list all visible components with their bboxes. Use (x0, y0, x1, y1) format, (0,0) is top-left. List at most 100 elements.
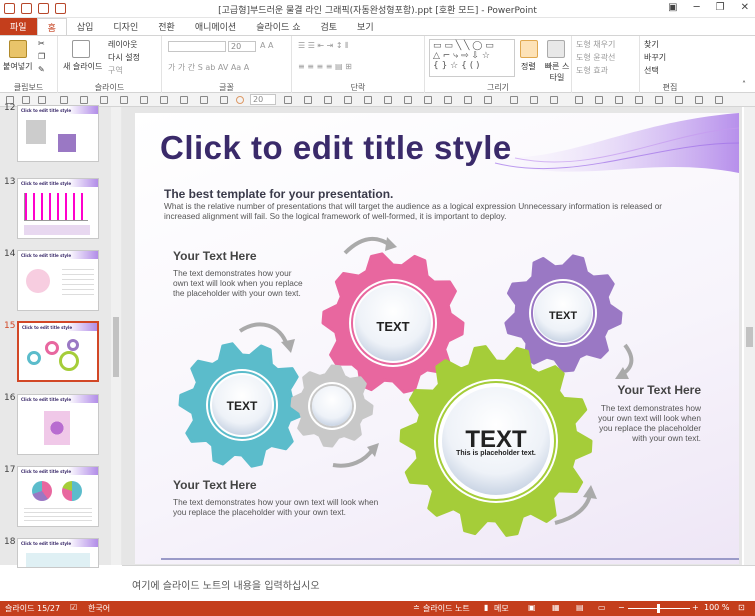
tab-animations[interactable]: 애니메이션 (185, 18, 246, 35)
list-icons[interactable]: ☰ ☰ ⇤ ⇥ ↕ ⫴ (298, 41, 349, 51)
toolbar-icon-3[interactable] (38, 96, 46, 104)
tab-insert[interactable]: 삽입 (67, 18, 104, 35)
thumbnail-scroll-thumb[interactable] (113, 317, 119, 377)
minimize-icon[interactable]: ─ (694, 2, 700, 13)
tab-design[interactable]: 디자인 (103, 18, 148, 35)
comments-icon[interactable]: ▮ (484, 603, 488, 612)
slide-scrollbar[interactable] (744, 107, 755, 565)
toolbar-icon-11[interactable] (200, 96, 208, 104)
toolbar-icon-22[interactable] (464, 96, 472, 104)
slideshow-view-icon[interactable]: ▭ (598, 603, 606, 612)
layout-button[interactable]: 레이아웃 (108, 39, 137, 50)
notes-button[interactable]: 슬라이드 노트 (423, 603, 470, 614)
toolbar-icon-20[interactable] (424, 96, 432, 104)
toolbar-icon-13[interactable] (284, 96, 292, 104)
tab-transitions[interactable]: 전환 (148, 18, 185, 35)
toolbar-icon-16[interactable] (344, 96, 352, 104)
toolbar-icon-10[interactable] (180, 96, 188, 104)
replace-button[interactable]: 바꾸기 (644, 52, 666, 63)
toolbar-icon-4[interactable] (60, 96, 68, 104)
thumbnail-slide-17[interactable]: Click to edit title style (17, 466, 99, 527)
toolbar-icon-23[interactable] (484, 96, 492, 104)
format-painter-icon[interactable]: ✎ (38, 65, 45, 74)
toolbar-icon-17[interactable] (364, 96, 372, 104)
slide-subtitle[interactable]: The best template for your presentation. (164, 187, 393, 201)
toolbar-icon-9[interactable] (160, 96, 168, 104)
shape-outline-button[interactable]: 도형 윤곽선 (576, 52, 615, 63)
toolbar-icon-8[interactable] (140, 96, 148, 104)
shape-fill-button[interactable]: 도형 채우기 (576, 39, 615, 50)
zoom-slider-handle[interactable] (657, 604, 660, 613)
shape-effect-button[interactable]: 도형 효과 (576, 65, 608, 76)
language-indicator[interactable]: 한국어 (88, 603, 110, 614)
toolbar-icon-6[interactable] (100, 96, 108, 104)
arrange-button[interactable]: 정렬 (521, 61, 536, 72)
font-format-icons[interactable]: 가 가 간 S ab AV Aa A (168, 62, 249, 73)
toolbar-icon-32[interactable] (675, 96, 683, 104)
collapse-ribbon-icon[interactable]: ˄ (742, 80, 746, 89)
notes-pane[interactable]: 여기에 슬라이드 노트의 내용을 입력하십시오 (122, 565, 755, 601)
quick-style-button[interactable]: 빠른 스타일 (542, 61, 572, 83)
ribbon-display-icon[interactable]: ▣ (668, 2, 677, 13)
zoom-out-icon[interactable]: − (618, 603, 625, 612)
quick-style-icon[interactable] (547, 40, 565, 58)
textblock-3-heading[interactable]: Your Text Here (173, 478, 257, 492)
zoom-in-icon[interactable]: + (692, 603, 699, 612)
textblock-1-heading[interactable]: Your Text Here (173, 249, 257, 263)
toolbar-icon-12[interactable] (220, 96, 228, 104)
zoom-level[interactable]: 100 % (704, 603, 729, 612)
new-slide-button[interactable]: 새 슬라이드 (63, 61, 102, 72)
toolbar-icon-31[interactable] (655, 96, 663, 104)
tab-file[interactable]: 파일 (0, 18, 37, 35)
toolbar-icon-29[interactable] (615, 96, 623, 104)
toolbar-icon-34[interactable] (715, 96, 723, 104)
close-icon[interactable]: ✕ (741, 2, 749, 13)
cut-icon[interactable]: ✂ (38, 39, 45, 48)
font-name-dropdown[interactable] (168, 41, 226, 52)
textblock-2-heading[interactable]: Your Text Here (617, 383, 701, 397)
thumbnail-slide-18[interactable]: Click to edit title style (17, 538, 99, 568)
toolbar-icon-7[interactable] (120, 96, 128, 104)
thumbnail-scrollbar[interactable] (111, 107, 121, 565)
toolbar-icon-25[interactable] (530, 96, 538, 104)
thumbnail-slide-14[interactable]: Click to edit title style (17, 250, 99, 311)
toolbar-icon-18[interactable] (384, 96, 392, 104)
toolbar-icon-2[interactable] (22, 96, 30, 104)
new-slide-icon[interactable] (72, 40, 90, 58)
notes-icon[interactable]: ≐ (413, 603, 420, 612)
gear-gray[interactable] (290, 364, 374, 448)
shapes-gallery[interactable]: ▭ ▭ ╲ ╲ ◯ ▭ △ ⌐ ⤷ ⇨ ⇩ ☆{ } ☆ { ( ) (429, 39, 515, 77)
toolbar-icon-30[interactable] (635, 96, 643, 104)
font-grow-icon[interactable]: A A (260, 41, 274, 50)
toolbar-icon-19[interactable] (404, 96, 412, 104)
sorter-view-icon[interactable]: ▦ (552, 603, 560, 612)
paste-button[interactable]: 붙여넣기 (3, 61, 32, 72)
tab-home[interactable]: 홈 (36, 18, 67, 35)
paste-icon[interactable] (9, 40, 27, 58)
arrange-icon[interactable] (520, 40, 538, 58)
toolbar-icon-33[interactable] (695, 96, 703, 104)
fit-slide-icon[interactable]: ⊡ (738, 603, 745, 612)
normal-view-icon[interactable]: ▣ (528, 603, 536, 612)
thumbnail-slide-13[interactable]: Click to edit title style (17, 178, 99, 239)
toolbar-font-size[interactable]: 20 (250, 94, 276, 105)
toolbar-icon-14[interactable] (304, 96, 312, 104)
color-icon[interactable] (236, 96, 244, 104)
font-size-dropdown[interactable]: 20 (228, 41, 256, 52)
toolbar-icon-24[interactable] (510, 96, 518, 104)
find-button[interactable]: 찾기 (644, 39, 659, 50)
slide-canvas[interactable]: TEXT TEXT TEXT TEXT This is placeholder … (135, 113, 739, 564)
thumbnail-slide-12[interactable]: Click to edit title style (17, 105, 99, 162)
comments-button[interactable]: 메모 (494, 603, 509, 614)
align-icons[interactable]: ≡ ≡ ≡ ≡ ▤ ⊞ (298, 62, 352, 71)
spellcheck-icon[interactable]: ☑ (70, 603, 77, 612)
tab-review[interactable]: 검토 (310, 18, 347, 35)
reset-button[interactable]: 다시 설정 (108, 52, 140, 63)
tab-slideshow[interactable]: 슬라이드 쇼 (246, 18, 310, 35)
section-button[interactable]: 구역 (108, 65, 123, 76)
restore-icon[interactable]: ❐ (716, 2, 725, 13)
copy-icon[interactable]: ❐ (38, 52, 45, 61)
thumbnail-slide-16[interactable]: Click to edit title style (17, 394, 99, 455)
tab-view[interactable]: 보기 (347, 18, 384, 35)
reading-view-icon[interactable]: ▤ (576, 603, 584, 612)
